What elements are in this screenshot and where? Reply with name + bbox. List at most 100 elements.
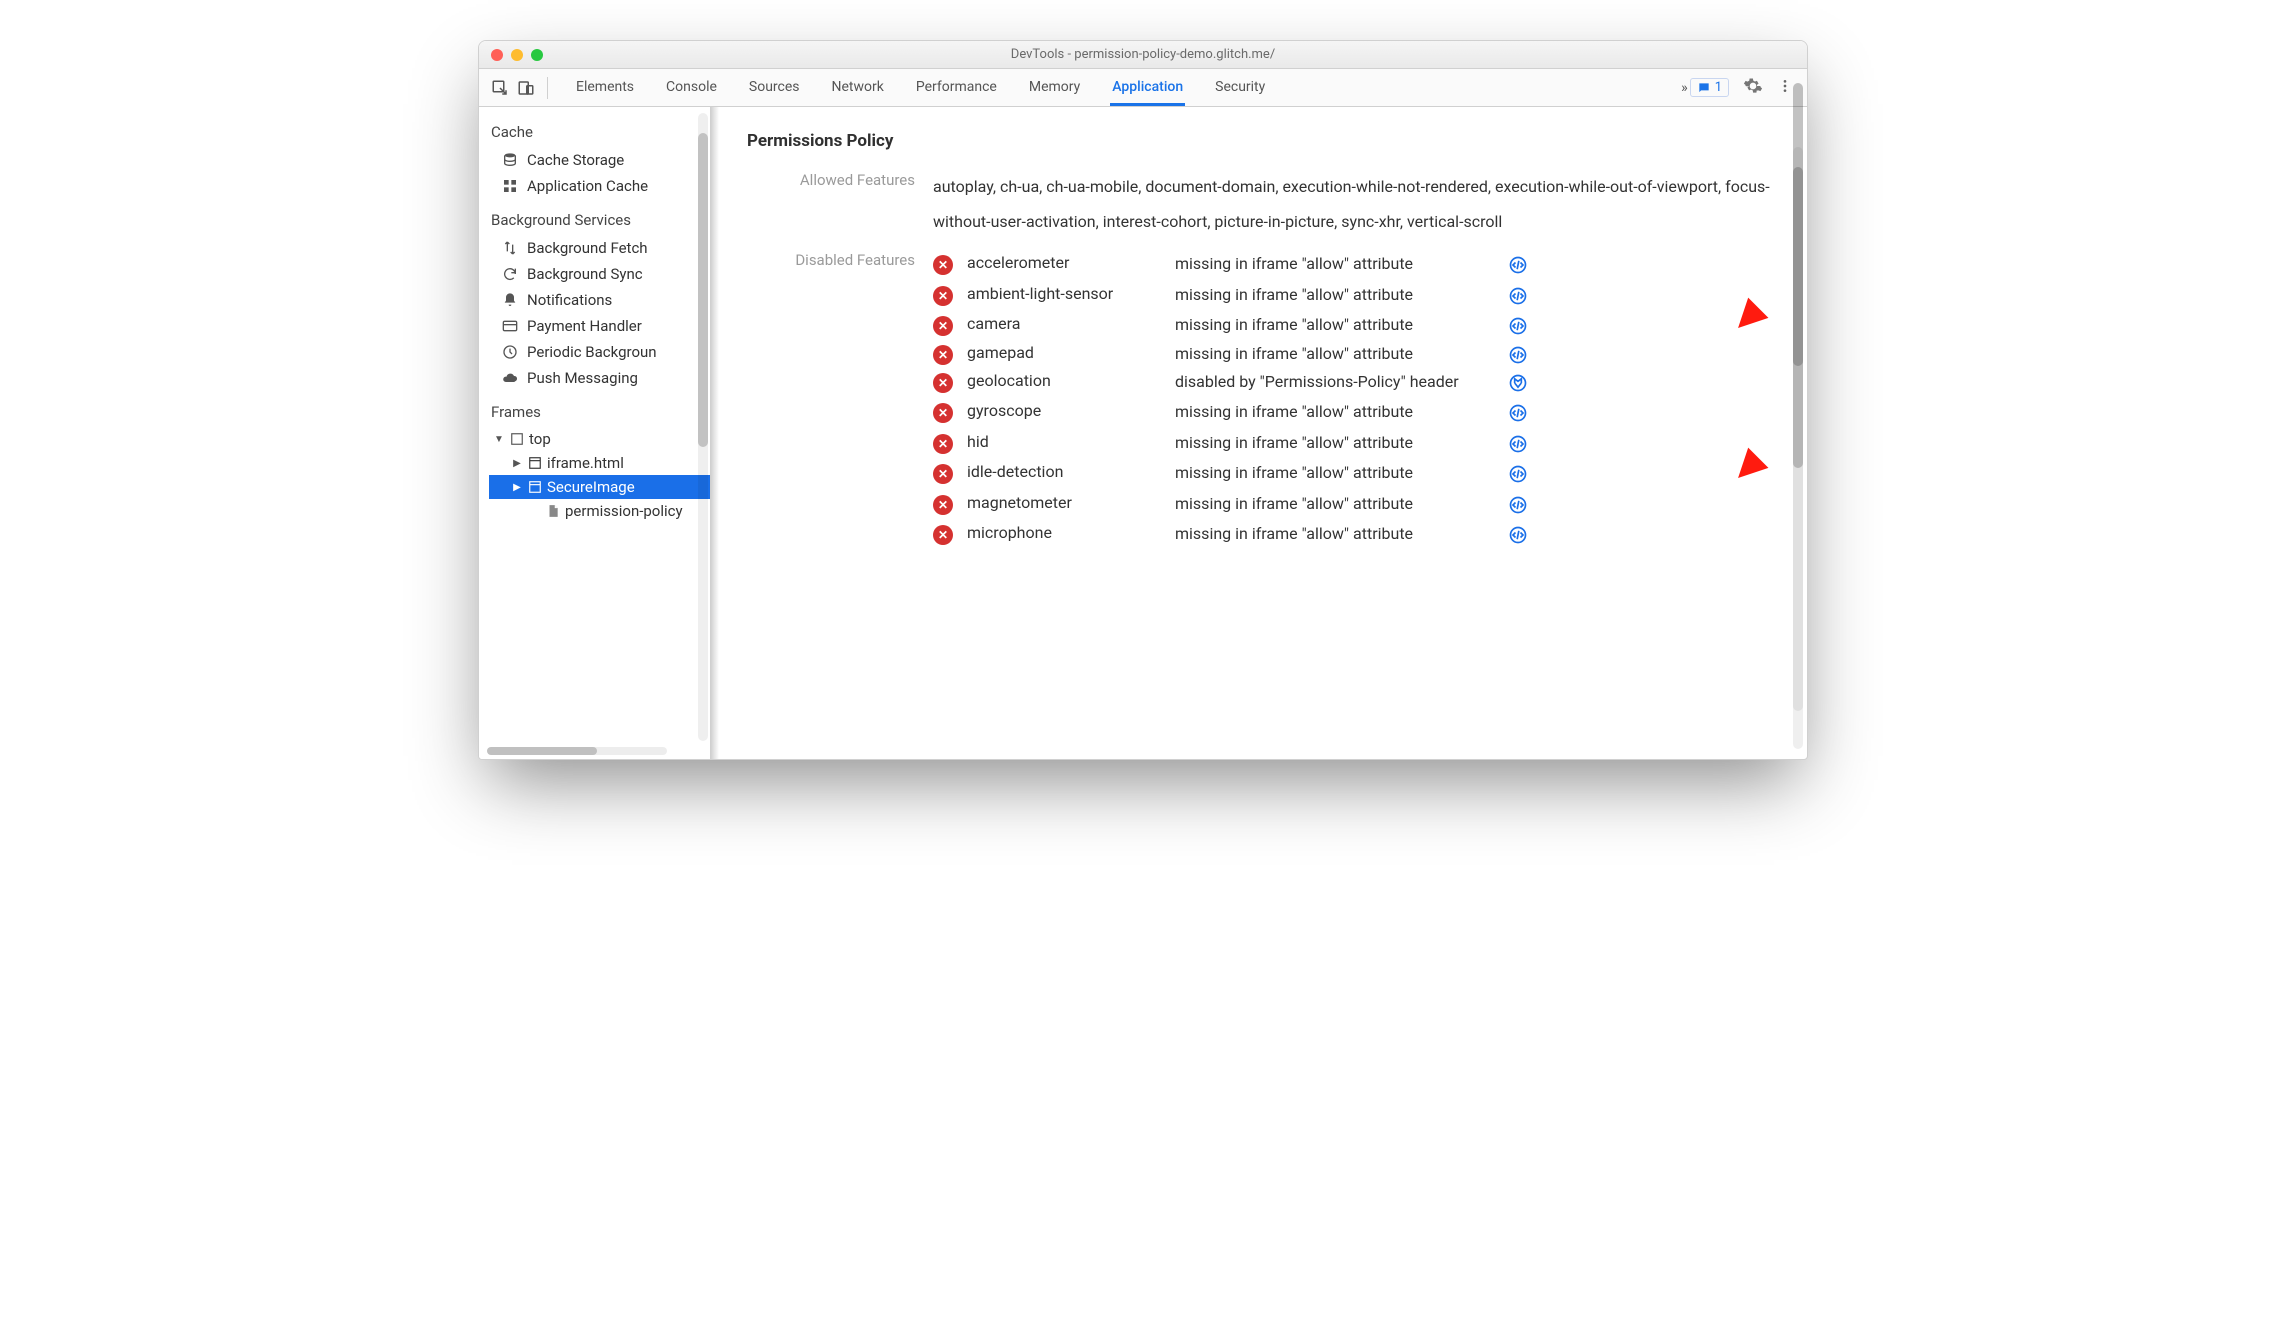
tab-elements[interactable]: Elements (574, 71, 636, 105)
reveal-source-icon[interactable] (1503, 345, 1533, 365)
inspect-icon[interactable] (487, 79, 513, 97)
feature-reason: missing in iframe "allow" attribute (1175, 401, 1495, 423)
sidebar: CacheCache StorageApplication CacheBackg… (479, 107, 711, 759)
feature-name: magnetometer (967, 493, 1167, 512)
error-icon: ✕ (933, 373, 953, 393)
tree-twist-icon[interactable]: ▼ (493, 434, 505, 445)
card-icon (501, 318, 519, 334)
reveal-source-icon[interactable] (1503, 316, 1533, 336)
tree-twist-icon[interactable]: ▶ (511, 482, 523, 493)
error-icon: ✕ (933, 255, 953, 275)
panel-title: Permissions Policy (747, 131, 1773, 151)
feature-reason: missing in iframe "allow" attribute (1175, 432, 1495, 454)
tab-application[interactable]: Application (1110, 71, 1185, 106)
tab-console[interactable]: Console (664, 71, 719, 105)
reveal-source-icon[interactable] (1503, 434, 1533, 454)
error-icon: ✕ (933, 495, 953, 515)
frame-icon (509, 432, 525, 446)
settings-icon[interactable] (1743, 76, 1763, 100)
more-icon[interactable] (1777, 76, 1793, 100)
feature-reason: missing in iframe "allow" attribute (1175, 253, 1495, 275)
updown-icon (501, 240, 519, 256)
reveal-source-icon[interactable] (1503, 286, 1533, 306)
shadow (711, 107, 719, 759)
reveal-source-icon[interactable] (1503, 403, 1533, 423)
frame-tree-item[interactable]: ▶ iframe.html (489, 451, 710, 475)
disabled-feature-row: ✕ microphone missing in iframe "allow" att… (933, 519, 1773, 549)
feature-reason: missing in iframe "allow" attribute (1175, 284, 1495, 306)
body: CacheCache StorageApplication CacheBackg… (479, 107, 1807, 759)
device-toggle-icon[interactable] (513, 79, 539, 97)
sidebar-item-label: Notifications (527, 291, 612, 309)
tab-memory[interactable]: Memory (1027, 71, 1082, 105)
feature-name: gyroscope (967, 401, 1167, 420)
feature-name: hid (967, 432, 1167, 451)
allowed-value: autoplay, ch-ua, ch-ua-mobile, document-… (933, 169, 1773, 239)
sidebar-item-push-messaging[interactable]: Push Messaging (479, 365, 710, 391)
feature-reason: missing in iframe "allow" attribute (1175, 343, 1495, 365)
error-icon: ✕ (933, 434, 953, 454)
feature-name: microphone (967, 523, 1167, 542)
reveal-source-icon[interactable] (1503, 464, 1533, 484)
db-icon (501, 152, 519, 168)
frame-tree-item[interactable]: ▶ SecureImage (489, 475, 710, 499)
error-icon: ✕ (933, 525, 953, 545)
feature-name: camera (967, 314, 1167, 333)
disabled-feature-row: ✕ ambient-light-sensor missing in iframe "… (933, 280, 1773, 310)
sidebar-item-background-sync[interactable]: Background Sync (479, 261, 710, 287)
sidebar-item-payment-handler[interactable]: Payment Handler (479, 313, 710, 339)
feature-name: idle-detection (967, 462, 1167, 481)
window-vscrollbar[interactable] (1793, 83, 1803, 711)
doc-icon (545, 504, 561, 518)
sidebar-section-title: Background Services (479, 199, 710, 235)
iframe-icon (527, 456, 543, 470)
sidebar-item-application-cache[interactable]: Application Cache (479, 173, 710, 199)
issues-chip[interactable]: 1 (1690, 78, 1729, 97)
tab-sources[interactable]: Sources (747, 71, 802, 105)
reveal-source-icon[interactable] (1503, 255, 1533, 275)
grid-icon (501, 178, 519, 194)
error-icon: ✕ (933, 403, 953, 423)
error-icon: ✕ (933, 286, 953, 306)
feature-reason: missing in iframe "allow" attribute (1175, 493, 1495, 515)
allowed-features-row: Allowed Features autoplay, ch-ua, ch-ua-… (745, 169, 1773, 239)
tree-label: permission-policy (565, 502, 683, 520)
disabled-list: ✕ accelerometer missing in iframe "allow" … (933, 249, 1773, 549)
reveal-source-icon[interactable] (1503, 525, 1533, 545)
reveal-source-icon[interactable] (1503, 495, 1533, 515)
sidebar-vscrollbar[interactable] (698, 113, 708, 741)
cloud-icon (501, 370, 519, 386)
tab-performance[interactable]: Performance (914, 71, 999, 105)
sidebar-item-background-fetch[interactable]: Background Fetch (479, 235, 710, 261)
sidebar-item-cache-storage[interactable]: Cache Storage (479, 147, 710, 173)
sidebar-item-periodic-backgroun[interactable]: Periodic Backgroun (479, 339, 710, 365)
frame-tree-item[interactable]: permission-policy (489, 499, 710, 523)
tree-twist-icon[interactable]: ▶ (511, 458, 523, 469)
tree-label: iframe.html (547, 454, 624, 472)
sidebar-item-label: Payment Handler (527, 317, 642, 335)
sidebar-item-label: Periodic Backgroun (527, 343, 657, 361)
sidebar-item-label: Push Messaging (527, 369, 638, 387)
tree-label: SecureImage (547, 478, 635, 496)
sidebar-item-notifications[interactable]: Notifications (479, 287, 710, 313)
disabled-feature-row: ✕idle-detectionmissing in iframe "allow"… (933, 458, 1773, 488)
allowed-label: Allowed Features (745, 169, 915, 189)
tree-label: top (529, 430, 551, 448)
feature-name: accelerometer (967, 253, 1167, 272)
disabled-feature-row: ✕ hid missing in iframe "allow" attribute (933, 428, 1773, 458)
network-link-icon[interactable] (1503, 373, 1533, 393)
frame-tree-item[interactable]: ▼ top (489, 427, 710, 451)
disabled-feature-row: ✕ magnetometer missing in iframe "allow" a… (933, 489, 1773, 519)
feature-reason: missing in iframe "allow" attribute (1175, 523, 1495, 545)
sidebar-item-label: Background Sync (527, 265, 643, 283)
iframe-icon (527, 480, 543, 494)
tabs-overflow[interactable]: » (1679, 72, 1690, 104)
disabled-features-row: Disabled Features ✕accelerometermissing … (745, 249, 1773, 549)
sidebar-hscrollbar[interactable] (487, 747, 667, 755)
bell-icon (501, 292, 519, 308)
divider (547, 77, 548, 99)
tab-security[interactable]: Security (1213, 71, 1267, 105)
titlebar: DevTools - permission-policy-demo.glitch… (479, 41, 1807, 69)
tab-network[interactable]: Network (830, 71, 886, 105)
feature-name: ambient-light-sensor (967, 284, 1167, 303)
